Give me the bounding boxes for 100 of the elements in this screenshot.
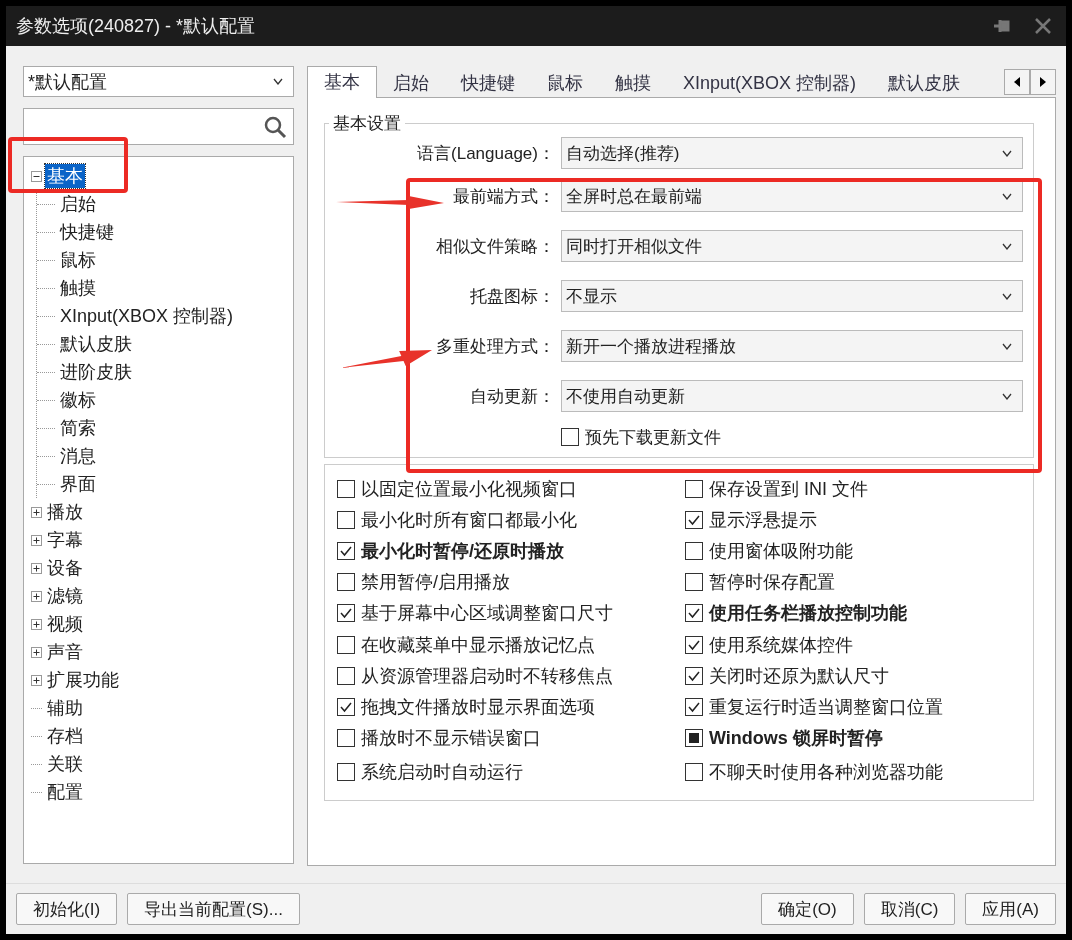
tree-item[interactable]: 鼠标 [58,248,98,272]
footer-button[interactable]: 确定(O) [761,893,854,925]
tree-item[interactable]: 扩展功能 [45,668,121,692]
checkbox-label: 显示浮悬提示 [709,508,817,532]
checkbox[interactable] [561,428,579,446]
tree-item[interactable]: 辅助 [45,696,85,720]
search-field[interactable] [23,108,294,145]
checkbox[interactable] [337,541,355,560]
checkbox-label: 系统启动时自动运行 [361,760,523,784]
tree-item[interactable]: 默认皮肤 [58,332,134,356]
expand-icon[interactable] [31,562,42,574]
scroll-right-icon[interactable] [1030,69,1056,95]
dropdown[interactable]: 同时打开相似文件 [561,230,1023,262]
tab[interactable]: 启始 [377,68,445,97]
tab[interactable]: 默认皮肤 [872,68,977,97]
checkbox-label: 预先下载更新文件 [585,426,721,449]
group-title: 基本设置 [332,113,402,135]
checkbox[interactable] [337,762,355,781]
scroll-left-icon[interactable] [1004,69,1030,95]
tree-item[interactable]: 配置 [45,780,85,804]
checkbox-label: 重复运行时适当调整窗口位置 [709,695,943,719]
tree-item[interactable]: 基本 [45,164,85,188]
checkbox-label: 使用系统媒体控件 [709,633,853,657]
checkbox-label: 暂停时保存配置 [709,571,835,595]
tree-item[interactable]: 徽标 [58,388,98,412]
tree-item[interactable]: 界面 [58,472,98,496]
tree-item[interactable]: 设备 [45,556,85,580]
collapse-icon[interactable] [31,170,42,182]
checkbox-label: 使用任务栏播放控制功能 [709,602,907,626]
footer-button[interactable]: 初始化(I) [16,893,118,925]
tree-item[interactable]: 视频 [45,612,85,636]
checkbox-label: 禁用暂停/启用播放 [361,571,510,595]
checkbox-label: 使用窗体吸附功能 [709,539,853,563]
checkbox[interactable] [685,510,703,529]
field-label: 相似文件策略： [436,235,555,258]
expand-icon[interactable] [31,646,42,658]
checkbox[interactable] [337,510,355,529]
expand-icon[interactable] [31,534,42,546]
checkbox[interactable] [337,729,355,748]
chevron-down-icon [1002,242,1012,250]
checkbox[interactable] [685,729,703,748]
pin-icon[interactable] [992,17,1012,35]
checkbox[interactable] [337,666,355,685]
expand-icon[interactable] [31,590,42,602]
tree-item[interactable]: 进阶皮肤 [58,360,134,384]
dropdown[interactable]: 自动选择(推荐) [561,137,1023,169]
checkbox[interactable] [337,604,355,623]
tree-item[interactable]: 消息 [58,444,98,468]
profile-dropdown[interactable]: *默认配置 [23,66,294,97]
chevron-down-icon [1002,392,1012,400]
tree-item[interactable]: 启始 [58,192,98,216]
field-label: 托盘图标： [470,285,555,308]
footer-button[interactable]: 应用(A) [965,893,1056,925]
window-title: 参数选项(240827) - *默认配置 [16,15,256,38]
checkbox[interactable] [685,479,703,498]
tree-item[interactable]: 字幕 [45,528,85,552]
tab[interactable]: XInput(XBOX 控制器) [667,68,873,97]
checkbox[interactable] [685,635,703,654]
tree-item[interactable]: 播放 [45,500,85,524]
checkbox[interactable] [685,541,703,560]
dropdown[interactable]: 不显示 [561,280,1023,312]
checkbox[interactable] [337,635,355,654]
checkbox[interactable] [337,479,355,498]
tree-item[interactable]: 存档 [45,724,85,748]
tree-item[interactable]: 滤镜 [45,584,85,608]
checkbox-label: 在收藏菜单中显示播放记忆点 [361,633,595,657]
tab[interactable]: 快捷键 [445,68,531,97]
checkbox-label: 最小化时暂停/还原时播放 [361,539,564,563]
tree-item[interactable]: 简索 [58,416,98,440]
tree-item[interactable]: 快捷键 [58,220,116,244]
tree-item[interactable]: 关联 [45,752,85,776]
dropdown[interactable]: 新开一个播放进程播放 [561,330,1023,362]
footer-button[interactable]: 导出当前配置(S)... [127,893,300,925]
checkbox[interactable] [685,604,703,623]
field-label: 自动更新： [470,385,555,408]
expand-icon[interactable] [31,506,42,518]
tab[interactable]: 鼠标 [531,68,599,97]
tree-item[interactable]: 声音 [45,640,85,664]
chevron-down-icon [1002,342,1012,350]
expand-icon[interactable] [31,674,42,686]
close-icon[interactable] [1034,17,1052,35]
dropdown[interactable]: 全屏时总在最前端 [561,180,1023,212]
tab[interactable]: 触摸 [599,68,667,97]
checkbox[interactable] [685,573,703,592]
checkbox[interactable] [685,666,703,685]
expand-icon[interactable] [31,618,42,630]
tree-item[interactable]: XInput(XBOX 控制器) [58,304,236,328]
tab[interactable]: 基本 [307,66,377,98]
tree-item[interactable]: 触摸 [58,276,98,300]
checkbox[interactable] [337,697,355,716]
checkbox[interactable] [685,697,703,716]
dropdown[interactable]: 不使用自动更新 [561,380,1023,412]
search-icon [263,114,287,139]
checkbox-label: 从资源管理器启动时不转移焦点 [361,664,613,688]
checkbox-label: 最小化时所有窗口都最小化 [361,508,577,532]
checkbox[interactable] [685,762,703,781]
field-label: 多重处理方式： [436,335,555,358]
footer-button[interactable]: 取消(C) [863,893,956,925]
checkbox-label: 以固定位置最小化视频窗口 [361,477,577,501]
checkbox[interactable] [337,573,355,592]
